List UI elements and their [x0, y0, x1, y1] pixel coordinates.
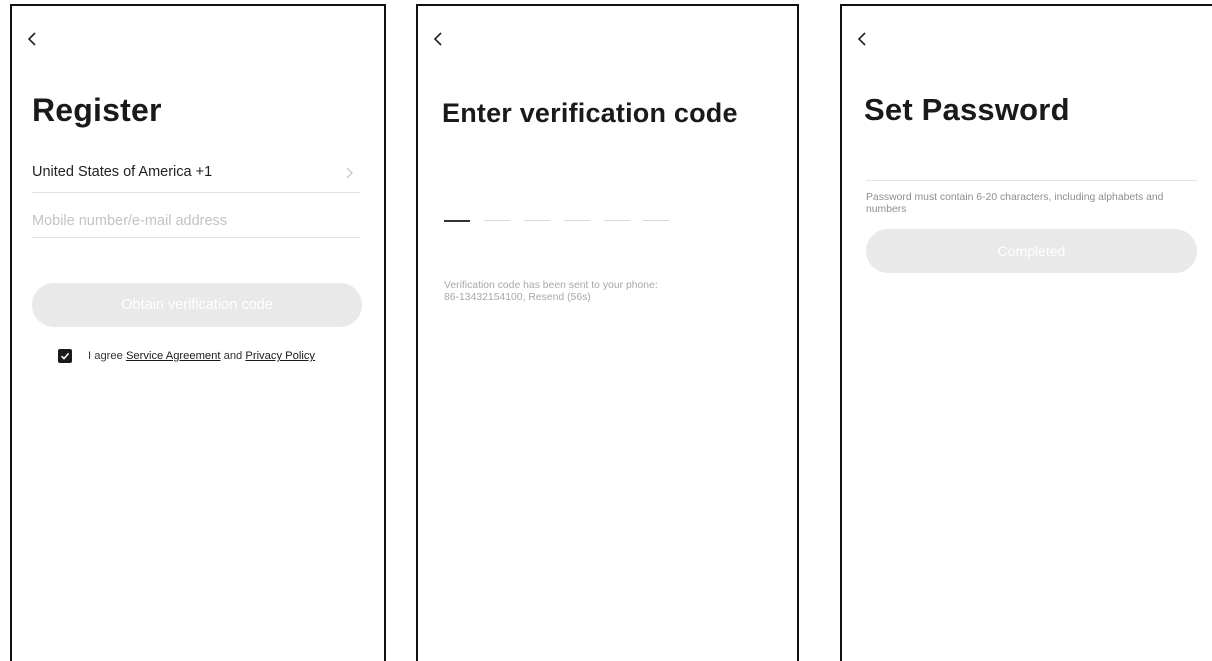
obtain-code-button[interactable]: Obtain verification code — [32, 283, 362, 327]
phone-resend-line: 86-13432154100, Resend (56s) — [444, 292, 591, 303]
agree-prefix: I agree — [88, 350, 123, 362]
code-digit-2[interactable] — [484, 220, 510, 221]
code-digit-5[interactable] — [604, 220, 630, 221]
checkmark-icon — [60, 352, 70, 360]
agree-and: and — [223, 350, 243, 362]
page-title: Set Password — [864, 92, 1070, 127]
chevron-left-icon — [433, 32, 442, 46]
verification-screen: Enter verification code Verification cod… — [416, 4, 799, 661]
code-digit-4[interactable] — [564, 220, 590, 221]
agree-checkbox[interactable] — [58, 349, 72, 363]
resend-link[interactable]: Resend (56s) — [528, 292, 590, 303]
page-title: Register — [32, 92, 162, 128]
phone-number: 86-13432154100 — [444, 292, 523, 303]
password-rule-hint: Password must contain 6-20 characters, i… — [866, 192, 1164, 215]
country-selector[interactable]: United States of America +1 — [32, 162, 360, 193]
agreement-text: I agree Service Agreement and Privacy Po… — [88, 350, 315, 362]
chevron-left-icon — [857, 32, 866, 46]
password-input[interactable] — [866, 148, 1197, 181]
privacy-policy-link[interactable]: Privacy Policy — [245, 350, 315, 362]
register-screen: Register United States of America +1 Obt… — [10, 4, 386, 661]
page-title: Enter verification code — [442, 98, 738, 128]
back-button[interactable] — [26, 30, 46, 54]
chevron-right-icon — [346, 167, 353, 179]
back-button[interactable] — [432, 30, 452, 54]
code-input-group[interactable] — [444, 220, 674, 228]
chevron-left-icon — [27, 32, 36, 46]
code-digit-1[interactable] — [444, 220, 470, 222]
back-button[interactable] — [856, 30, 876, 54]
verification-hint: Verification code has been sent to your … — [444, 280, 774, 304]
country-label: United States of America +1 — [32, 164, 213, 180]
account-input[interactable] — [32, 205, 360, 238]
verification-sent-text: Verification code has been sent to your … — [444, 280, 658, 291]
completed-button[interactable]: Completed — [866, 229, 1197, 273]
code-digit-3[interactable] — [524, 220, 550, 221]
set-password-screen: Set Password Password must contain 6-20 … — [840, 4, 1212, 661]
service-agreement-link[interactable]: Service Agreement — [126, 350, 221, 362]
screenshot-canvas: Register United States of America +1 Obt… — [0, 0, 1212, 661]
code-digit-6[interactable] — [643, 220, 669, 221]
